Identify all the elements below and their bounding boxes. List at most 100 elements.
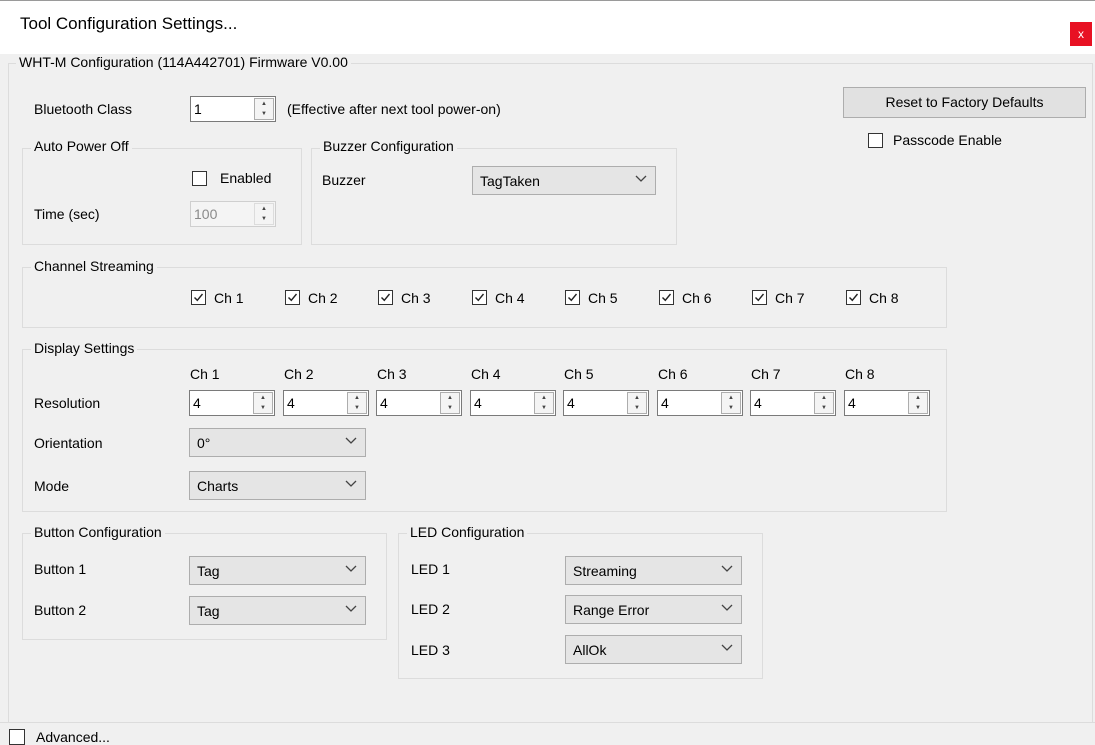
- channel-streaming-label: Ch 4: [495, 290, 525, 306]
- orientation-value: 0°: [197, 435, 211, 451]
- spin-down-icon[interactable]: ▼: [815, 403, 833, 413]
- resolution-value: 4: [193, 395, 201, 411]
- button2-dropdown[interactable]: Tag: [189, 596, 366, 625]
- led2-dropdown[interactable]: Range Error: [565, 595, 742, 624]
- chevron-down-icon: [345, 605, 357, 612]
- led1-dropdown[interactable]: Streaming: [565, 556, 742, 585]
- check-icon: [475, 293, 485, 302]
- led1-value: Streaming: [573, 563, 637, 579]
- buzzer-dropdown[interactable]: TagTaken: [472, 166, 656, 195]
- display-channel-header: Ch 3: [377, 366, 407, 382]
- spin-up-icon[interactable]: ▲: [815, 393, 833, 403]
- spin-up-icon[interactable]: ▲: [909, 393, 927, 403]
- channel-streaming-checkbox[interactable]: [659, 290, 674, 305]
- spin-up-icon[interactable]: ▲: [441, 393, 459, 403]
- display-channel-header: Ch 5: [564, 366, 594, 382]
- spinner-arrows[interactable]: ▲ ▼: [908, 392, 928, 414]
- button2-label: Button 2: [34, 602, 87, 618]
- time-sec-spinner[interactable]: 100 ▲ ▼: [190, 201, 276, 227]
- advanced-checkbox[interactable]: [9, 729, 25, 745]
- reset-factory-defaults-button[interactable]: Reset to Factory Defaults: [843, 87, 1086, 118]
- spin-up-icon[interactable]: ▲: [535, 393, 553, 403]
- display-channel-header: Ch 8: [845, 366, 875, 382]
- resolution-spinner[interactable]: 4 ▲ ▼: [283, 390, 369, 416]
- auto-power-off-enabled-checkbox[interactable]: [192, 171, 207, 186]
- resolution-spinner[interactable]: 4 ▲ ▼: [189, 390, 275, 416]
- check-icon: [381, 293, 391, 302]
- resolution-spinner[interactable]: 4 ▲ ▼: [657, 390, 743, 416]
- led3-value: AllOk: [573, 642, 607, 658]
- advanced-label: Advanced...: [36, 729, 110, 745]
- channel-streaming-checkbox[interactable]: [285, 290, 300, 305]
- close-button[interactable]: x: [1070, 22, 1092, 46]
- spin-up-icon[interactable]: ▲: [722, 393, 740, 403]
- display-channel-header: Ch 7: [751, 366, 781, 382]
- display-channel-header: Ch 1: [190, 366, 220, 382]
- spin-down-icon[interactable]: ▼: [628, 403, 646, 413]
- spinner-arrows[interactable]: ▲ ▼: [253, 392, 273, 414]
- spinner-arrows[interactable]: ▲ ▼: [254, 98, 274, 120]
- bluetooth-class-spinner[interactable]: 1 ▲ ▼: [190, 96, 276, 122]
- led3-label: LED 3: [411, 642, 450, 658]
- auto-power-off-enabled-label: Enabled: [220, 170, 272, 186]
- check-icon: [755, 293, 765, 302]
- channel-streaming-label: Ch 7: [775, 290, 805, 306]
- chevron-down-icon: [345, 565, 357, 572]
- resolution-value: 4: [567, 395, 575, 411]
- spin-up-icon[interactable]: ▲: [254, 393, 272, 403]
- spin-down-icon[interactable]: ▼: [441, 403, 459, 413]
- resolution-spinner[interactable]: 4 ▲ ▼: [563, 390, 649, 416]
- spin-up-icon[interactable]: ▲: [628, 393, 646, 403]
- spinner-arrows[interactable]: ▲ ▼: [440, 392, 460, 414]
- channel-streaming-label: Ch 6: [682, 290, 712, 306]
- resolution-value: 4: [380, 395, 388, 411]
- display-channel-header: Ch 4: [471, 366, 501, 382]
- channel-streaming-label: Ch 1: [214, 290, 244, 306]
- window-title: Tool Configuration Settings...: [20, 14, 238, 33]
- resolution-spinner[interactable]: 4 ▲ ▼: [844, 390, 930, 416]
- chevron-down-icon: [721, 604, 733, 611]
- orientation-dropdown[interactable]: 0°: [189, 428, 366, 457]
- orientation-label: Orientation: [34, 435, 103, 451]
- channel-streaming-checkbox[interactable]: [846, 290, 861, 305]
- led3-dropdown[interactable]: AllOk: [565, 635, 742, 664]
- spin-down-icon[interactable]: ▼: [909, 403, 927, 413]
- spinner-arrows[interactable]: ▲ ▼: [347, 392, 367, 414]
- channel-streaming-checkbox[interactable]: [472, 290, 487, 305]
- spinner-arrows[interactable]: ▲ ▼: [814, 392, 834, 414]
- channel-streaming-checkbox[interactable]: [752, 290, 767, 305]
- spinner-arrows[interactable]: ▲ ▼: [627, 392, 647, 414]
- resolution-spinner[interactable]: 4 ▲ ▼: [470, 390, 556, 416]
- channel-streaming-checkbox[interactable]: [191, 290, 206, 305]
- button1-dropdown[interactable]: Tag: [189, 556, 366, 585]
- channel-streaming-checkbox[interactable]: [378, 290, 393, 305]
- spinner-arrows[interactable]: ▲ ▼: [721, 392, 741, 414]
- resolution-spinner[interactable]: 4 ▲ ▼: [376, 390, 462, 416]
- buzzer-value: TagTaken: [480, 173, 540, 189]
- spin-down-icon[interactable]: ▼: [348, 403, 366, 413]
- bluetooth-class-label: Bluetooth Class: [34, 101, 133, 117]
- resolution-value: 4: [474, 395, 482, 411]
- auto-power-off-group: [22, 148, 302, 245]
- passcode-enable-label: Passcode Enable: [893, 132, 1002, 148]
- display-channel-header: Ch 6: [658, 366, 688, 382]
- spin-down-icon[interactable]: ▼: [722, 403, 740, 413]
- buzzer-label: Buzzer: [322, 172, 366, 188]
- passcode-enable-checkbox[interactable]: [868, 133, 883, 148]
- spin-down-icon[interactable]: ▼: [255, 214, 273, 224]
- spinner-arrows[interactable]: ▲ ▼: [254, 203, 274, 225]
- resolution-value: 4: [287, 395, 295, 411]
- mode-dropdown[interactable]: Charts: [189, 471, 366, 500]
- channel-streaming-label: Ch 2: [308, 290, 338, 306]
- led2-label: LED 2: [411, 601, 450, 617]
- spin-up-icon[interactable]: ▲: [255, 99, 273, 109]
- spin-down-icon[interactable]: ▼: [255, 109, 273, 119]
- mode-value: Charts: [197, 478, 239, 494]
- spinner-arrows[interactable]: ▲ ▼: [534, 392, 554, 414]
- spin-down-icon[interactable]: ▼: [535, 403, 553, 413]
- spin-up-icon[interactable]: ▲: [348, 393, 366, 403]
- channel-streaming-checkbox[interactable]: [565, 290, 580, 305]
- resolution-spinner[interactable]: 4 ▲ ▼: [750, 390, 836, 416]
- spin-down-icon[interactable]: ▼: [254, 403, 272, 413]
- spin-up-icon[interactable]: ▲: [255, 204, 273, 214]
